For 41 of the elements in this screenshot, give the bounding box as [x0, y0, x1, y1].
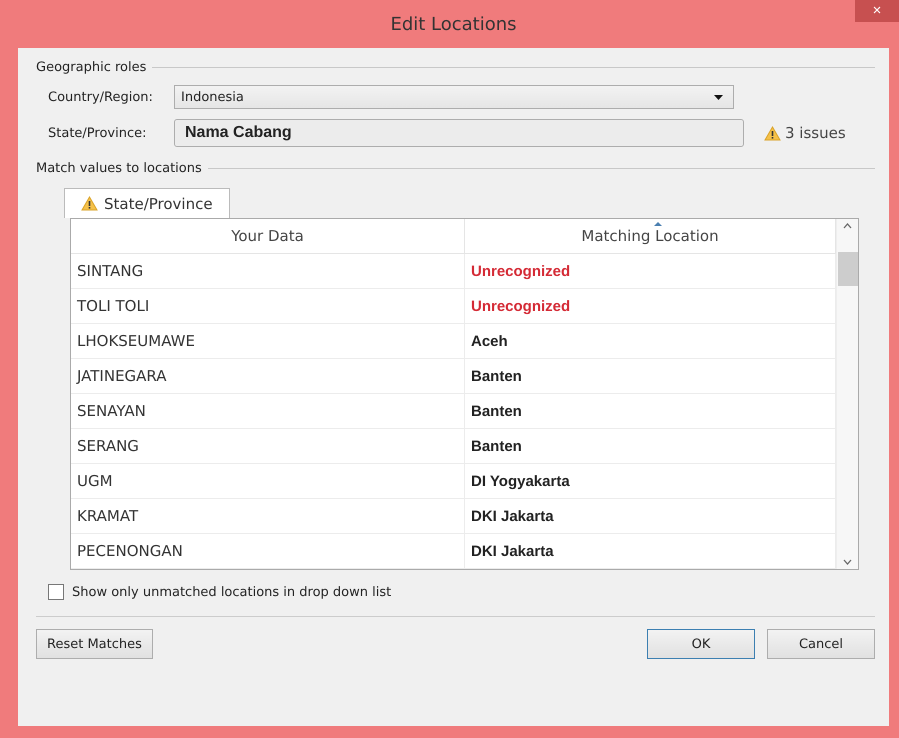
dropdown-caret-icon: [714, 94, 723, 100]
table-cell[interactable]: Unrecognized: [465, 254, 836, 289]
scrollbar[interactable]: [836, 219, 858, 569]
table-cell: SERANG: [71, 429, 465, 464]
table-cell[interactable]: Aceh: [465, 324, 836, 359]
cancel-button[interactable]: Cancel: [767, 629, 875, 659]
issues-link[interactable]: 3 issues: [785, 124, 846, 142]
table-cell[interactable]: DKI Jakarta: [465, 499, 836, 534]
field-label: State/Province:: [48, 126, 148, 140]
tab[interactable]: State/Province: [64, 188, 230, 218]
country-dropdown[interactable]: Indonesia: [174, 85, 734, 109]
table-cell: UGM: [71, 464, 465, 499]
table-cell: TOLI TOLI: [71, 289, 465, 324]
scroll-up-icon: [843, 223, 852, 229]
table-cell: JATINEGARA: [71, 359, 465, 394]
close-button[interactable]: ×: [855, 0, 899, 22]
table-cell[interactable]: Banten: [465, 394, 836, 429]
window-title: Edit Locations: [390, 14, 517, 34]
table-cell: SENAYAN: [71, 394, 465, 429]
state-field[interactable]: Nama Cabang: [174, 119, 744, 147]
table-cell[interactable]: DI Yogyakarta: [465, 464, 836, 499]
table-cell: LHOKSEUMAWE: [71, 324, 465, 359]
scroll-thumb[interactable]: [838, 252, 858, 286]
checkbox-label: Show only unmatched locations in drop down list: [72, 584, 392, 600]
field-label: Country/Region:: [48, 90, 154, 104]
table-cell[interactable]: Unrecognized: [465, 289, 836, 324]
checkbox[interactable]: [48, 584, 64, 600]
section-heading: Match values to locations: [36, 161, 202, 176]
table-cell: PECENONGAN: [71, 534, 465, 569]
table-cell[interactable]: Banten: [465, 429, 836, 464]
section-heading: Geographic roles: [36, 60, 146, 75]
column-header[interactable]: Matching Location: [465, 219, 836, 254]
table-cell[interactable]: DKI Jakarta: [465, 534, 836, 569]
reset-matches-button[interactable]: Reset Matches: [36, 629, 153, 659]
scroll-down-icon: [843, 559, 852, 565]
ok-button[interactable]: OK: [647, 629, 755, 659]
table-cell: SINTANG: [71, 254, 465, 289]
warning-icon: [764, 126, 781, 140]
table-cell: KRAMAT: [71, 499, 465, 534]
table-cell[interactable]: Banten: [465, 359, 836, 394]
column-header[interactable]: Your Data: [71, 219, 465, 254]
